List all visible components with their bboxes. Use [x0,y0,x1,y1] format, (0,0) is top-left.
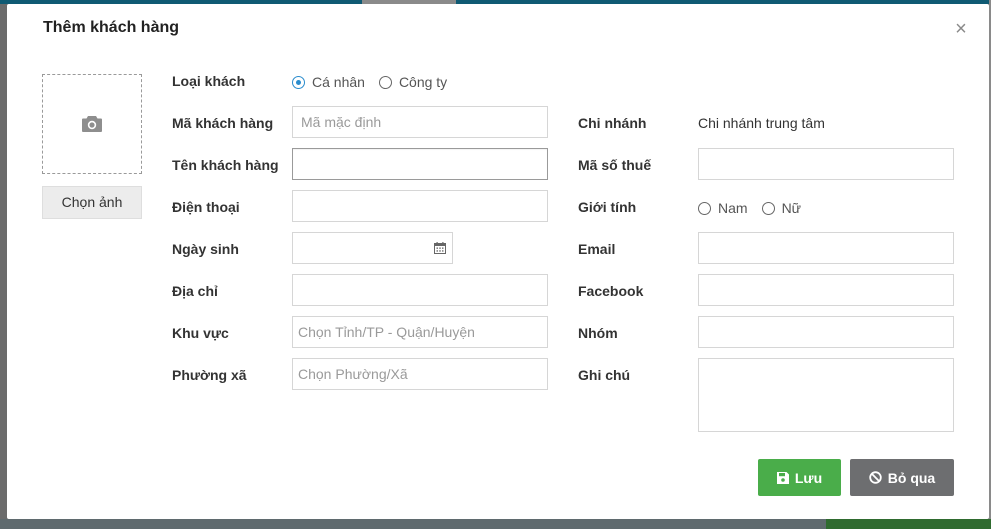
group-input[interactable] [698,316,954,348]
radio-unchecked-icon [698,201,711,215]
radio-unchecked-icon [378,75,392,89]
radio-company[interactable]: Công ty [378,74,448,90]
email-label: Email [578,241,616,257]
area-select[interactable]: Chọn Tỉnh/TP - Quận/Huyện [292,316,548,348]
group-label: Nhóm [578,325,618,341]
add-customer-dialog: Thêm khách hàng × Chọn ảnh Loại khách Cá… [7,4,989,519]
customer-type-label: Loại khách [172,73,246,89]
address-input[interactable] [292,274,548,306]
customer-code-label: Mã khách hàng [172,115,274,131]
close-icon[interactable]: × [952,19,970,39]
radio-company-label: Công ty [398,74,448,90]
save-button[interactable]: Lưu [758,459,841,496]
customer-code-input[interactable]: Mã mặc định [292,106,548,138]
radio-individual-label: Cá nhân [312,74,365,90]
facebook-label: Facebook [578,283,644,299]
birthday-input[interactable] [292,232,453,264]
choose-photo-button[interactable]: Chọn ảnh [42,186,142,219]
radio-checked-icon [292,75,305,89]
phone-input[interactable] [292,190,548,222]
skip-button-label: Bỏ qua [887,469,936,486]
gender-label: Giới tính [578,199,637,215]
skip-button[interactable]: Bỏ qua [850,459,954,496]
ban-icon [869,471,882,484]
radio-female-label: Nữ [781,200,802,216]
branch-value: Chi nhánh trung tâm [698,115,825,131]
save-button-label: Lưu [794,469,823,486]
background-footer-accent [826,519,991,529]
radio-male[interactable]: Nam [698,200,748,216]
gender-radio-group: Nam Nữ [698,200,815,216]
radio-unchecked-icon [761,201,775,215]
phone-label: Điện thoại [172,199,240,215]
tax-code-input[interactable] [698,148,954,180]
calendar-icon[interactable] [434,242,446,254]
tax-code-label: Mã số thuế [578,157,652,173]
customer-type-radio-group: Cá nhân Công ty [292,74,461,90]
area-label: Khu vực [172,325,229,341]
ward-label: Phường xã [172,367,247,383]
radio-male-label: Nam [718,200,748,216]
photo-placeholder[interactable] [42,74,142,174]
note-label: Ghi chú [578,367,631,383]
camera-icon [82,116,102,132]
address-label: Địa chỉ [172,283,218,299]
branch-label: Chi nhánh [578,115,647,131]
birthday-label: Ngày sinh [172,241,239,257]
note-textarea[interactable] [698,358,954,432]
facebook-input[interactable] [698,274,954,306]
customer-name-input[interactable] [292,148,548,180]
radio-individual[interactable]: Cá nhân [292,74,365,90]
ward-select[interactable]: Chọn Phường/Xã [292,358,548,390]
floppy-disk-icon [776,471,789,484]
background-footer [0,519,826,529]
radio-female[interactable]: Nữ [761,200,802,216]
email-input[interactable] [698,232,954,264]
customer-name-label: Tên khách hàng [172,157,279,173]
dialog-title: Thêm khách hàng [43,19,180,36]
